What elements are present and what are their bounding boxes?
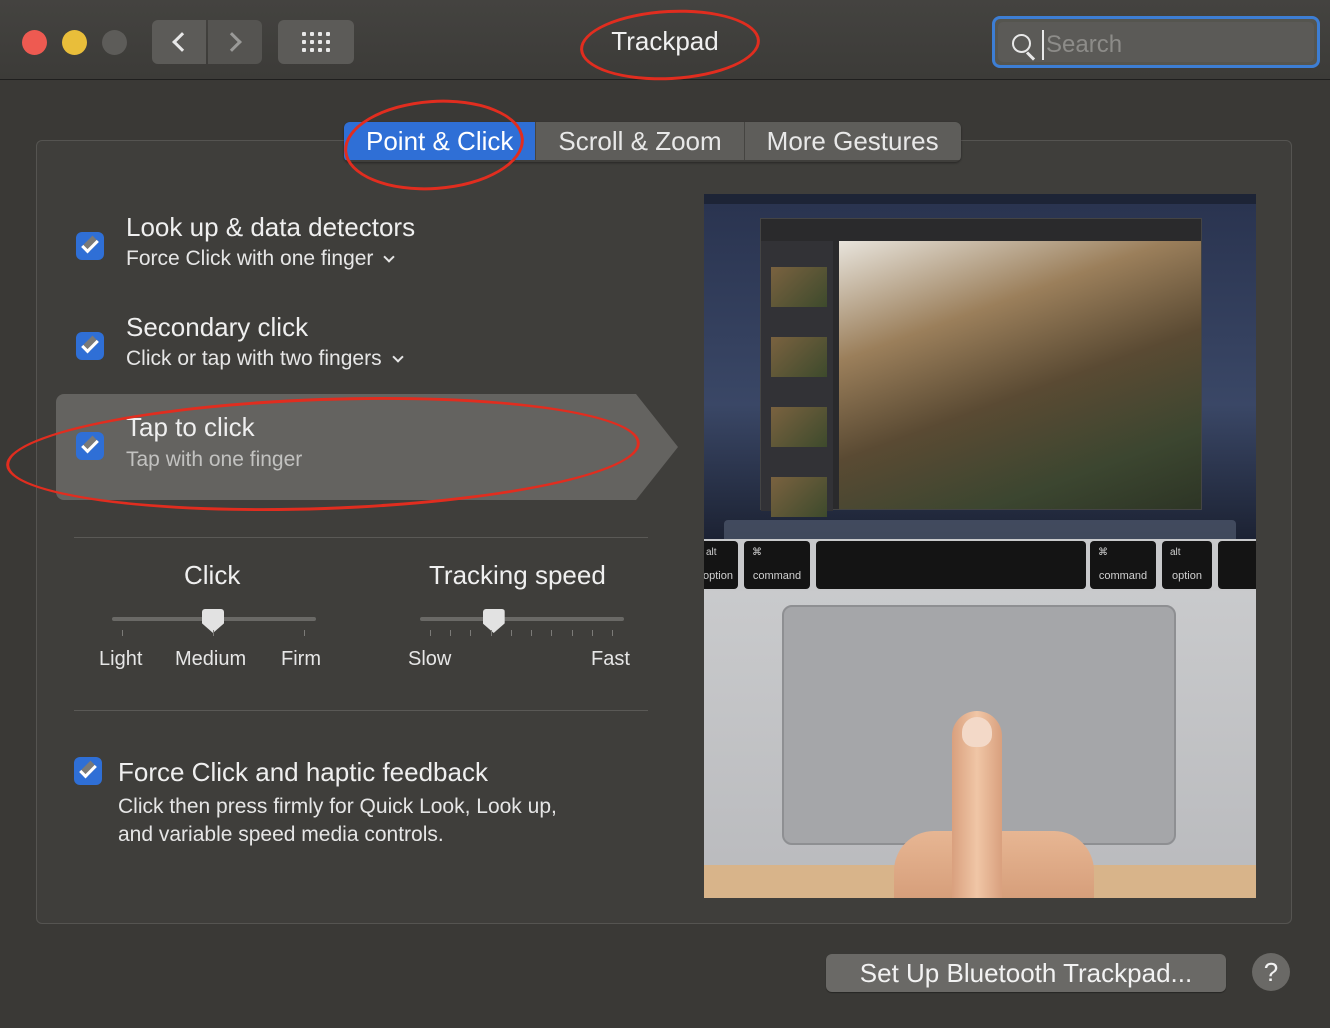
gesture-preview-video: alt option ⌘ command ⌘ command alt option xyxy=(704,194,1256,898)
preview-app-window xyxy=(760,218,1202,517)
setup-bluetooth-trackpad-button[interactable]: Set Up Bluetooth Trackpad... xyxy=(826,954,1226,992)
click-slider-title: Click xyxy=(184,560,241,590)
slider-tick xyxy=(490,630,492,636)
search-icon xyxy=(1012,34,1036,61)
divider xyxy=(74,537,648,538)
click-label-medium: Medium xyxy=(175,648,247,670)
preview-menubar xyxy=(704,194,1256,204)
preview-desktop xyxy=(704,204,1256,548)
checkmark-icon xyxy=(81,235,99,253)
slider-tick xyxy=(591,630,593,636)
slider-tick xyxy=(571,630,573,636)
help-button[interactable]: ? xyxy=(1252,953,1290,991)
slider-tick xyxy=(612,630,613,636)
annotation-circle-title xyxy=(578,5,762,85)
lookup-subtitle: Force Click with one finger xyxy=(126,247,374,270)
tracking-speed-slider[interactable] xyxy=(420,617,624,621)
secondary-click-checkbox[interactable] xyxy=(76,332,104,360)
slider-tick xyxy=(430,630,431,636)
checkmark-icon xyxy=(79,760,97,778)
selected-option-pointer xyxy=(636,394,678,500)
search-input[interactable] xyxy=(1042,30,1302,60)
chevron-down-icon xyxy=(391,351,404,363)
trackpad-preferences-window: Trackpad Point & Click Scroll & Zoom Mor… xyxy=(0,0,1330,1028)
secondary-click-dropdown[interactable]: Click or tap with two fingers xyxy=(126,347,404,371)
checkmark-icon xyxy=(81,335,99,353)
secondary-click-subtitle: Click or tap with two fingers xyxy=(126,347,382,370)
tracking-label-fast: Fast xyxy=(591,648,630,670)
preview-keyboard: alt option ⌘ command ⌘ command alt option xyxy=(704,539,1256,591)
force-click-description-2: and variable speed media controls. xyxy=(118,823,444,846)
tab-scroll-zoom[interactable]: Scroll & Zoom xyxy=(536,122,745,160)
slider-tick xyxy=(450,630,452,636)
force-click-title: Force Click and haptic feedback xyxy=(118,757,488,787)
force-click-description-1: Click then press firmly for Quick Look, … xyxy=(118,795,557,818)
tab-more-gestures[interactable]: More Gestures xyxy=(744,122,961,160)
slider-tick xyxy=(470,630,472,636)
lookup-title: Look up & data detectors xyxy=(126,212,416,242)
secondary-click-title: Secondary click xyxy=(126,312,309,342)
tracking-label-slow: Slow xyxy=(408,648,452,670)
force-click-checkbox[interactable] xyxy=(74,757,102,785)
slider-tick xyxy=(510,630,512,636)
title-bar: Trackpad xyxy=(0,0,1330,85)
preview-photo xyxy=(839,241,1201,509)
chevron-down-icon xyxy=(383,251,396,263)
slider-tick xyxy=(551,630,553,636)
lookup-dropdown[interactable]: Force Click with one finger xyxy=(126,247,396,271)
lookup-checkbox[interactable] xyxy=(76,232,104,260)
click-label-light: Light xyxy=(99,648,143,670)
divider xyxy=(74,710,648,711)
click-label-firm: Firm xyxy=(281,648,321,670)
slider-tick xyxy=(531,630,533,636)
search-field[interactable] xyxy=(992,16,1320,68)
tracking-slider-title: Tracking speed xyxy=(429,560,606,590)
